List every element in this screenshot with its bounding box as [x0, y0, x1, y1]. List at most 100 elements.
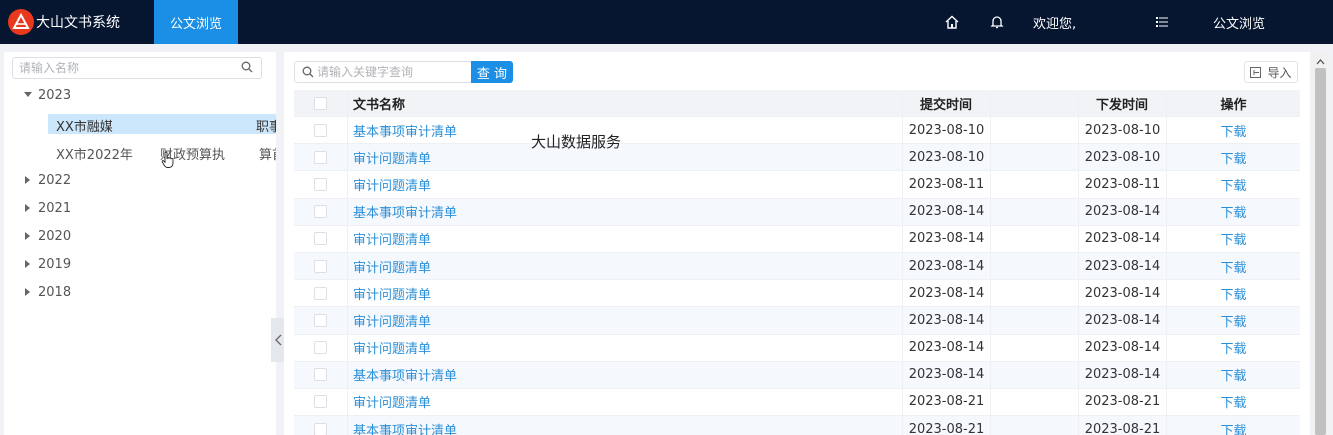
caret-right-icon[interactable] [18, 288, 38, 296]
scrollbar-thumb[interactable] [1315, 68, 1326, 435]
caret-right-icon[interactable] [18, 232, 38, 240]
table-row[interactable]: 基本事项审计清单 2023-08-14 2023-08-14 下载 [294, 361, 1300, 389]
caret-down-icon[interactable] [18, 92, 38, 98]
tree-node-2023[interactable]: 2023 [18, 85, 71, 105]
table-row[interactable]: 审计问题清单 2023-08-10 2023-08-10 下载 [294, 144, 1300, 172]
document-name-link[interactable]: 审计问题清单 [353, 284, 431, 303]
tree-node-2021[interactable]: 2021 [18, 198, 71, 218]
issue-time: 2023-08-10 [1084, 122, 1161, 138]
table-row[interactable]: 基本事项审计清单 2023-08-14 2023-08-14 下载 [294, 198, 1300, 226]
header-name[interactable]: 文书名称 [348, 90, 903, 116]
nav-document-browse-right[interactable]: 公文浏览 [1213, 0, 1265, 44]
tree-node-label: 2021 [38, 200, 72, 216]
search-icon[interactable] [241, 61, 253, 77]
page-scrollbar[interactable] [1312, 52, 1329, 435]
issue-time: 2023-08-14 [1084, 258, 1161, 274]
document-name-link[interactable]: 审计问题清单 [353, 148, 431, 167]
nav-tab-document-browse[interactable]: 公文浏览 [154, 0, 238, 44]
row-checkbox[interactable] [314, 395, 327, 409]
row-checkbox[interactable] [314, 341, 327, 355]
table-row[interactable]: 审计问题清单 2023-08-14 2023-08-14 下载 [294, 334, 1300, 362]
tree-search [12, 57, 262, 79]
caret-right-icon[interactable] [18, 204, 38, 212]
import-label: 导入 [1267, 65, 1292, 80]
row-checkbox[interactable] [314, 150, 327, 164]
row-checkbox[interactable] [314, 232, 327, 246]
row-checkbox[interactable] [314, 259, 327, 273]
download-link[interactable]: 下载 [1220, 257, 1246, 276]
table-row[interactable]: 审计问题清单 2023-08-14 2023-08-14 下载 [294, 280, 1300, 308]
table-row[interactable]: 审计问题清单 2023-08-11 2023-08-11 下载 [294, 171, 1300, 199]
row-checkbox[interactable] [314, 368, 327, 382]
table-row[interactable]: 基本事项审计清单 2023-08-10 2023-08-10 下载 [294, 117, 1300, 145]
download-link[interactable]: 下载 [1220, 420, 1246, 435]
download-link[interactable]: 下载 [1220, 392, 1246, 411]
row-checkbox[interactable] [314, 123, 327, 137]
tree-node-2020[interactable]: 2020 [18, 226, 71, 246]
download-link[interactable]: 下载 [1220, 121, 1246, 140]
issue-time: 2023-08-14 [1084, 285, 1161, 301]
document-name-link[interactable]: 审计问题清单 [353, 311, 431, 330]
home-icon[interactable] [944, 0, 960, 44]
query-button[interactable]: 查 询 [471, 61, 513, 83]
table-row[interactable]: 审计问题清单 2023-08-14 2023-08-14 下载 [294, 225, 1300, 253]
caret-right-icon[interactable] [18, 260, 38, 268]
download-link[interactable]: 下载 [1220, 338, 1246, 357]
bell-icon[interactable] [990, 0, 1004, 44]
header-issue-time[interactable]: 下发时间 [1079, 90, 1167, 116]
document-name-link[interactable]: 基本事项审计清单 [353, 420, 457, 435]
document-name-link[interactable]: 审计问题清单 [353, 392, 431, 411]
download-link[interactable]: 下载 [1220, 175, 1246, 194]
issue-time: 2023-08-14 [1084, 312, 1161, 328]
document-name-link[interactable]: 审计问题清单 [353, 338, 431, 357]
row-checkbox[interactable] [314, 177, 327, 191]
download-link[interactable]: 下载 [1220, 202, 1246, 221]
submit-time: 2023-08-21 [908, 421, 985, 435]
header-submit-time[interactable]: 提交时间 [903, 90, 991, 116]
document-name-link[interactable]: 审计问题清单 [353, 229, 431, 248]
brand-title: 大山文书系统 [36, 15, 120, 31]
document-name-link[interactable]: 基本事项审计清单 [353, 202, 457, 221]
download-link[interactable]: 下载 [1220, 229, 1246, 248]
tree-node-label: 2023 [38, 87, 72, 103]
tree-node-label: 2022 [38, 172, 72, 188]
document-table: 文书名称 提交时间 下发时间 操作 基本事项审计清单 2023-08-10 20… [294, 90, 1300, 435]
tree-node-2022[interactable]: 2022 [18, 170, 71, 190]
tree-search-input[interactable] [13, 58, 233, 78]
document-name-link[interactable]: 基本事项审计清单 [353, 365, 457, 384]
row-checkbox[interactable] [314, 422, 327, 435]
select-all-checkbox[interactable] [314, 96, 327, 110]
document-list-panel: 查 询 导入 文书名称 提交时间 下发时间 操作 基本事项审计清单 2023-0… [284, 52, 1310, 435]
caret-right-icon[interactable] [18, 176, 38, 184]
menu-list-icon[interactable] [1156, 0, 1168, 44]
document-name-link[interactable]: 审计问题清单 [353, 257, 431, 276]
table-row[interactable]: 基本事项审计清单 2023-08-21 2023-08-21 下载 [294, 416, 1300, 435]
table-row[interactable]: 审计问题清单 2023-08-14 2023-08-14 下载 [294, 252, 1300, 281]
download-link[interactable]: 下载 [1220, 365, 1246, 384]
keyword-search-input[interactable] [317, 62, 467, 82]
document-name-link[interactable]: 基本事项审计清单 [353, 121, 457, 140]
collapse-panel-button[interactable] [271, 318, 285, 362]
brand-logo-icon [8, 9, 34, 35]
import-button[interactable]: 导入 [1244, 61, 1298, 83]
row-checkbox[interactable] [314, 205, 327, 219]
document-name-link[interactable]: 审计问题清单 [353, 175, 431, 194]
issue-time: 2023-08-11 [1084, 176, 1161, 192]
chevron-left-icon [274, 334, 281, 346]
tree-node-2018[interactable]: 2018 [18, 282, 71, 302]
tree-node-2019[interactable]: 2019 [18, 254, 71, 274]
download-link[interactable]: 下载 [1220, 311, 1246, 330]
issue-time: 2023-08-21 [1084, 421, 1161, 435]
tree-leaf-selected[interactable]: XX市融媒 职事 [48, 114, 276, 135]
hand-cursor-icon [161, 151, 175, 173]
row-checkbox[interactable] [314, 313, 327, 327]
tree-leaf-label-extra: 算首 [259, 148, 276, 163]
row-checkbox[interactable] [314, 286, 327, 300]
table-row[interactable]: 审计问题清单 2023-08-14 2023-08-14 下载 [294, 307, 1300, 335]
table-row[interactable]: 审计问题清单 2023-08-21 2023-08-21 下载 [294, 388, 1300, 417]
download-link[interactable]: 下载 [1220, 284, 1246, 303]
scroll-up-icon[interactable] [1316, 54, 1325, 69]
download-link[interactable]: 下载 [1220, 148, 1246, 167]
brand[interactable]: 大山文书系统 [8, 9, 120, 35]
submit-time: 2023-08-10 [908, 122, 985, 138]
